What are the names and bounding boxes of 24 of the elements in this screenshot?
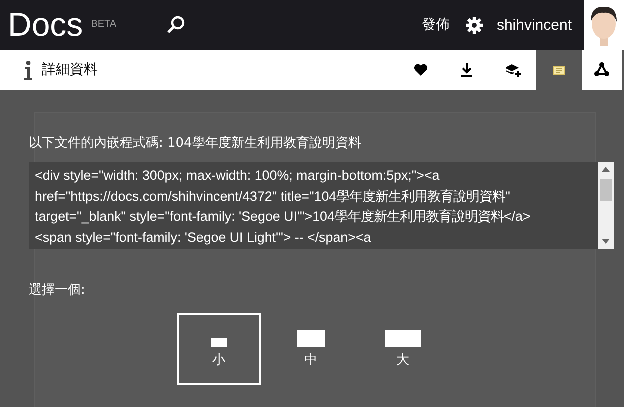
scroll-up-icon[interactable]	[602, 167, 610, 172]
embed-button[interactable]	[536, 50, 582, 90]
embed-label: 以下文件的內嵌程式碼: 104學年度新生利用教育說明資料	[29, 134, 362, 152]
scrollbar[interactable]	[598, 162, 614, 249]
scroll-thumb[interactable]	[600, 179, 612, 201]
settings-icon[interactable]	[466, 16, 483, 34]
embed-code-field[interactable]: <div style="width: 300px; max-width: 100%; margin-bottom:5px;"><a href="https://docs.com/shihvincent/4372" title="104學年度新生利用教育說明資料" target="_blank" style="font-family: 'Segoe UI'">104學年度新生利用教育說明資料</a> <span style="font-family: 'Segoe UI Light'"> -- </span><a	[29, 162, 614, 249]
search-icon[interactable]	[166, 16, 185, 34]
username-link[interactable]: shihvincent	[496, 16, 572, 34]
size-option[interactable]: 小	[177, 313, 261, 385]
share-icon	[594, 62, 610, 78]
beta-label: BETA	[91, 19, 117, 30]
heart-icon	[414, 64, 428, 76]
scroll-down-icon[interactable]	[602, 239, 610, 244]
download-icon	[461, 63, 473, 77]
info-icon	[24, 60, 33, 80]
size-option[interactable]: 大	[361, 313, 445, 385]
stack-add-icon	[506, 64, 520, 76]
logo[interactable]: Docs	[8, 6, 84, 44]
embed-icon	[553, 66, 565, 74]
publish-link[interactable]: 發佈	[422, 16, 450, 34]
size-label: 選擇一個:	[29, 282, 86, 299]
panel-title: 詳細資料	[42, 61, 98, 79]
size-option[interactable]: 中	[269, 313, 353, 385]
